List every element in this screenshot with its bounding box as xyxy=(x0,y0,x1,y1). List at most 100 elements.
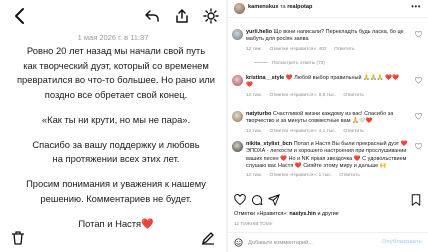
heart-icon xyxy=(234,194,246,206)
more-icon: ••• xyxy=(411,2,421,11)
comment-likes[interactable]: Отметки «Нравится»: 402 xyxy=(269,47,326,52)
comment-body: yurii.hello Що вони написали? Перекладіт… xyxy=(246,29,412,53)
note-line: решению. Комментариев не будет. xyxy=(40,192,192,204)
back-button[interactable] xyxy=(10,6,30,26)
heart-icon xyxy=(415,143,422,150)
comment-button[interactable] xyxy=(251,194,263,206)
note-line: Просим понимания и уважения к нашему xyxy=(26,178,206,189)
compose-button[interactable] xyxy=(200,230,216,246)
comments-panel: kamenskux та realpotap ••• yurii.hello Щ… xyxy=(228,0,428,252)
note-paragraph: Ровно 20 лет назад мы начали свой путь к… xyxy=(10,44,222,102)
avatar[interactable] xyxy=(232,111,243,122)
avatar[interactable] xyxy=(232,29,243,40)
delete-button[interactable] xyxy=(10,230,26,246)
avatar[interactable] xyxy=(232,75,243,86)
heart-icon xyxy=(415,113,422,120)
settings-button[interactable] xyxy=(203,8,219,24)
reply-link[interactable]: Ответить xyxy=(334,47,355,52)
note-bottom-toolbar xyxy=(0,228,226,246)
reply-link[interactable]: Ответить xyxy=(343,129,364,134)
like-comment-button[interactable] xyxy=(415,113,422,120)
note-line: превратился во что-то большее. Но рано и… xyxy=(16,74,216,85)
note-date: 1 мая 2026 г. в 11:37 xyxy=(77,33,149,42)
reply-link[interactable]: Ответить xyxy=(343,93,364,98)
note-line: Спасибо за вашу поддержку и любовь xyxy=(32,138,200,150)
comment-username[interactable]: nikita_stylist_bcn xyxy=(246,141,292,147)
heart-emoji: ❤️ xyxy=(285,75,293,81)
note-paragraph: «Как ты ни крути, но мы не пара». xyxy=(10,113,222,128)
reply-link[interactable]: Ответить xyxy=(339,173,360,178)
avatar[interactable] xyxy=(232,141,243,152)
add-comment-bar: Опубликовать xyxy=(228,232,428,252)
like-button[interactable] xyxy=(234,194,246,206)
likes-prefix: Отметки «Нравится»: xyxy=(234,211,288,217)
comment-text: ❤️ xyxy=(246,82,253,89)
note-topbar xyxy=(0,0,226,30)
heart-icon xyxy=(415,31,422,38)
comment-time: 12 тиж. xyxy=(246,173,263,179)
note-paragraph: Просим понимания и уважения к нашему реш… xyxy=(10,177,222,206)
author-username[interactable]: kamenskux xyxy=(248,4,278,10)
comment-body: kristina__style ❤️ Любой выбор правильны… xyxy=(246,75,412,99)
note-line: «Как ты ни крути, но мы не пара». xyxy=(41,113,191,125)
note-panel: 1 мая 2026 г. в 11:37 Ровно 20 лет назад… xyxy=(0,0,226,252)
author-username[interactable]: realpotap xyxy=(287,4,312,10)
comment-meta: 12 тиж. Отметки «Нравится»: 4,1 тыс. Отв… xyxy=(246,128,412,135)
comment-text-block: yurii.hello Що вони написали? Перекладіт… xyxy=(246,29,412,44)
author-conjunction: та xyxy=(280,4,286,10)
comment-likes[interactable]: Отметки «Нравится»: 8,5 тыс. xyxy=(269,93,336,98)
comment-username[interactable]: kristina__style xyxy=(246,75,284,81)
save-button[interactable] xyxy=(410,194,422,206)
share-icon xyxy=(176,9,188,23)
view-replies-link[interactable]: Посмотреть ответы (73) xyxy=(254,61,325,66)
comment-meta: 12 тиж. Отметки «Нравится»: 8,5 тыс. Отв… xyxy=(246,92,412,99)
post-comment-button[interactable]: Опубликовать xyxy=(382,239,422,245)
post-date: 12 ТИЖНІВ ТОМУ xyxy=(234,221,273,226)
bookmark-icon xyxy=(411,194,421,206)
note-line: на протяжении всех этих лет. xyxy=(52,153,180,164)
comment-time: 12 тиж. xyxy=(246,92,263,98)
post-likes[interactable]: Отметки «Нравится»: nastys.hin и другие xyxy=(234,211,339,217)
note-paragraph: Спасибо за вашу поддержку и любовь на пр… xyxy=(10,138,222,167)
comment-likes[interactable]: Отметки «Нравится»: 1 тыс. xyxy=(269,173,332,178)
like-comment-button[interactable] xyxy=(415,143,422,150)
comment-meta: 12 тиж. Отметки «Нравится»: 1 тыс. Ответ… xyxy=(246,172,412,179)
comment-time: 12 тиж. xyxy=(246,128,263,134)
send-button[interactable] xyxy=(268,194,280,206)
avatar[interactable] xyxy=(234,3,245,14)
trash-icon xyxy=(12,231,24,245)
note-text: Ровно 20 лет назад мы начали свой путь к… xyxy=(10,44,222,243)
share-button[interactable] xyxy=(174,8,190,24)
like-comment-button[interactable] xyxy=(415,31,422,38)
comment-text-block: natyturbo Счастливой жизни каждому из ва… xyxy=(246,111,412,126)
note-line: поздно все обретает свой конец. xyxy=(44,88,188,100)
back-arrow-icon xyxy=(15,8,24,24)
comment-text-block: nikita_stylist_bcn Потап и Настя Вы были… xyxy=(246,141,412,170)
signature-text: Потап и Настя xyxy=(78,217,142,229)
comment-time: 12 тиж. xyxy=(246,46,263,52)
note-line: как творческий дуэт, который со временем xyxy=(23,59,209,71)
like-comment-button[interactable] xyxy=(415,77,422,84)
comment-body: natyturbo Счастливой жизни каждому из ва… xyxy=(246,111,412,135)
likes-username[interactable]: nastys.hin xyxy=(289,211,316,217)
note-line: Ровно 20 лет назад мы начали свой путь xyxy=(26,45,206,56)
comment-icon xyxy=(252,195,263,206)
send-icon xyxy=(268,194,280,206)
comment-text: Любой выбор правильный 🙏🙏🙏 ❤️❤️ xyxy=(294,75,399,81)
comment-input[interactable] xyxy=(248,237,388,248)
comment-likes[interactable]: Отметки «Нравится»: 4,1 тыс. xyxy=(269,129,336,134)
comment-text-block: kristina__style ❤️ Любой выбор правильны… xyxy=(246,75,412,90)
heart-icon xyxy=(415,77,422,84)
compose-icon xyxy=(202,232,214,245)
emoji-button[interactable] xyxy=(234,238,243,247)
emoji-icon xyxy=(234,238,243,247)
comment-username[interactable]: yurii.hello xyxy=(246,29,272,35)
post-header: kamenskux та realpotap ••• xyxy=(228,0,428,18)
comment-username[interactable]: natyturbo xyxy=(246,111,271,117)
comment-body: nikita_stylist_bcn Потап и Настя Вы были… xyxy=(246,141,412,179)
likes-others[interactable]: и другие xyxy=(317,211,338,217)
more-options-button[interactable]: ••• xyxy=(411,2,421,11)
comment-meta: 12 тиж. Отметки «Нравится»: 402 Ответить xyxy=(246,46,412,53)
reply-icon xyxy=(145,10,159,22)
reply-button[interactable] xyxy=(144,8,160,24)
